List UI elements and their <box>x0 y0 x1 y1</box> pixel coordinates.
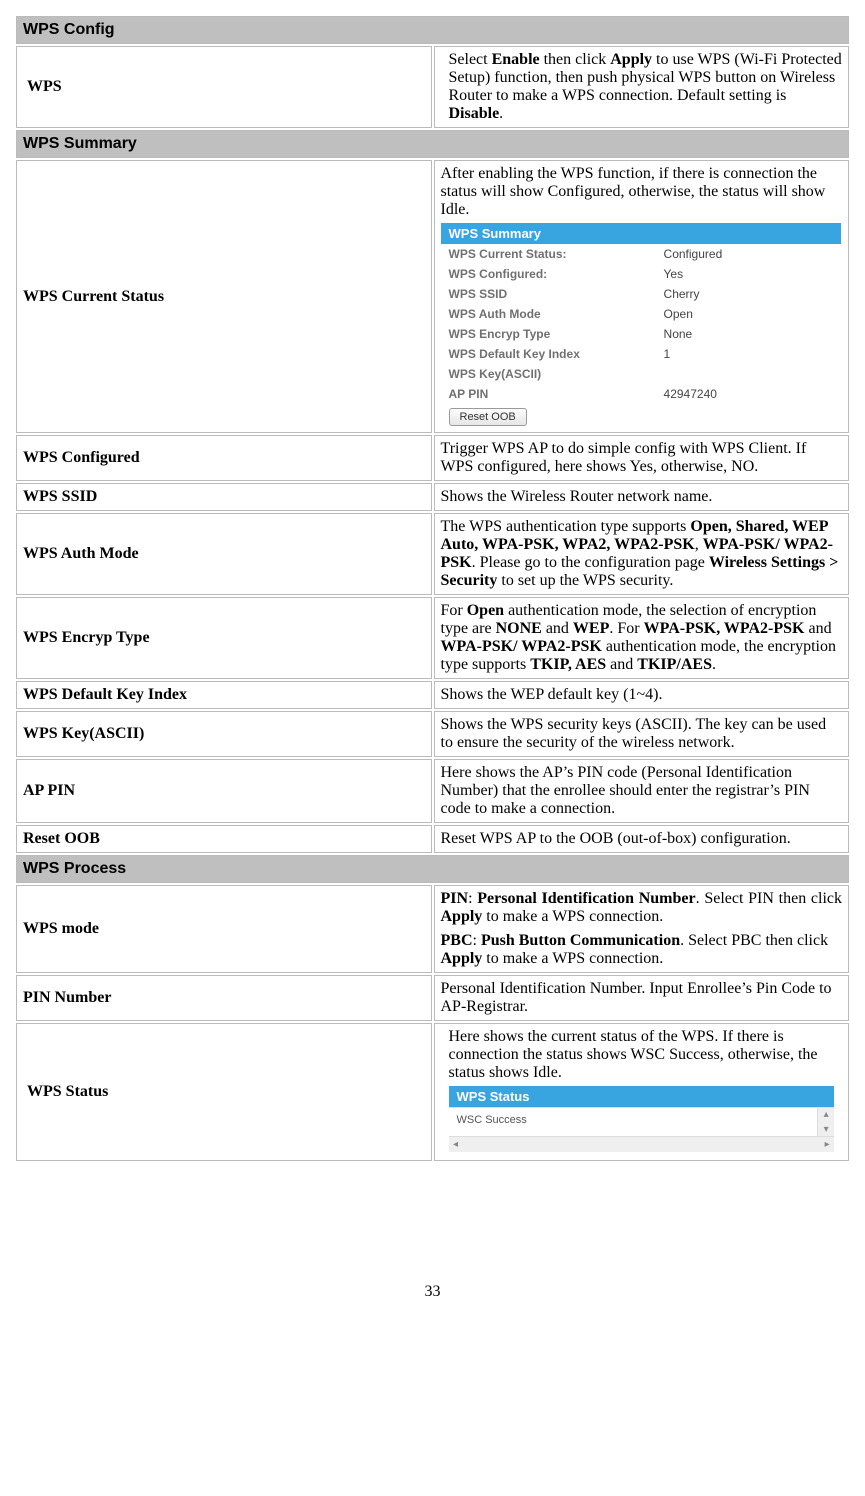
desc-status: Here shows the current status of the WPS… <box>434 1023 850 1161</box>
row-current-status: WPS Current Status After enabling the WP… <box>16 160 849 433</box>
row-resetoob: Reset OOB Reset WPS AP to the OOB (out-o… <box>16 825 849 853</box>
section-wps-summary: WPS Summary <box>16 130 849 158</box>
label-auth: WPS Auth Mode <box>16 513 432 595</box>
row-configured: WPS Configured Trigger WPS AP to do simp… <box>16 435 849 481</box>
row-status: WPS Status Here shows the current status… <box>16 1023 849 1161</box>
label-appin: AP PIN <box>16 759 432 823</box>
scroll-up-icon: ▴ <box>824 1108 829 1121</box>
label-current-status: WPS Current Status <box>16 160 432 433</box>
row-appin: AP PIN Here shows the AP’s PIN code (Per… <box>16 759 849 823</box>
desc-keyidx: Shows the WEP default key (1~4). <box>434 681 850 709</box>
label-wps: WPS <box>16 46 432 128</box>
page-number: 33 <box>14 1283 851 1301</box>
summary-row: WPS Default Key Index1 <box>441 344 841 364</box>
label-keyidx: WPS Default Key Index <box>16 681 432 709</box>
summary-row: WPS Configured:Yes <box>441 264 841 284</box>
label-configured: WPS Configured <box>16 435 432 481</box>
row-keyidx: WPS Default Key Index Shows the WEP defa… <box>16 681 849 709</box>
vertical-scrollbar[interactable]: ▴ ▾ <box>817 1108 834 1136</box>
scroll-down-icon: ▾ <box>824 1123 829 1136</box>
desc-auth: The WPS authentication type supports Ope… <box>434 513 850 595</box>
desc-pin: Personal Identification Number. Input En… <box>434 975 850 1021</box>
scroll-left-icon: ◂ <box>449 1139 463 1150</box>
desc-encryp: For Open authentication mode, the select… <box>434 597 850 679</box>
summary-row: WPS Auth ModeOpen <box>441 304 841 324</box>
label-mode: WPS mode <box>16 885 432 973</box>
desc-mode: PIN: Personal Identification Number. Sel… <box>434 885 850 973</box>
section-header-text: WPS Summary <box>16 130 849 158</box>
row-pin: PIN Number Personal Identification Numbe… <box>16 975 849 1021</box>
wps-status-value: WSC Success <box>449 1108 818 1136</box>
summary-row: WPS Encryp TypeNone <box>441 324 841 344</box>
label-ssid: WPS SSID <box>16 483 432 511</box>
desc-ssid: Shows the Wireless Router network name. <box>434 483 850 511</box>
summary-row: AP PIN42947240 <box>441 384 841 404</box>
summary-row: WPS Key(ASCII) <box>441 364 841 384</box>
row-wps: WPS Select Enable then click Apply to us… <box>16 46 849 128</box>
scroll-right-icon: ▸ <box>820 1139 834 1150</box>
desc-configured: Trigger WPS AP to do simple config with … <box>434 435 850 481</box>
summary-row: WPS SSIDCherry <box>441 284 841 304</box>
row-mode: WPS mode PIN: Personal Identification Nu… <box>16 885 849 973</box>
horizontal-scrollbar[interactable]: ◂ ▸ <box>449 1136 835 1152</box>
row-encryp: WPS Encryp Type For Open authentication … <box>16 597 849 679</box>
label-status: WPS Status <box>16 1023 432 1161</box>
desc-wps: Select Enable then click Apply to use WP… <box>434 46 850 128</box>
summary-row: WPS Current Status:Configured <box>441 244 841 264</box>
label-resetoob: Reset OOB <box>16 825 432 853</box>
desc-resetoob: Reset WPS AP to the OOB (out-of-box) con… <box>434 825 850 853</box>
desc-keyascii: Shows the WPS security keys (ASCII). The… <box>434 711 850 757</box>
wps-status-panel: WPS Status WSC Success ▴ ▾ ◂ ▸ <box>449 1086 835 1152</box>
desc-appin: Here shows the AP’s PIN code (Personal I… <box>434 759 850 823</box>
row-keyascii: WPS Key(ASCII) Shows the WPS security ke… <box>16 711 849 757</box>
desc-current-status: After enabling the WPS function, if ther… <box>434 160 850 433</box>
content-table: WPS Config WPS Select Enable then click … <box>14 14 851 1163</box>
label-pin: PIN Number <box>16 975 432 1021</box>
wps-summary-panel-header: WPS Summary <box>441 223 841 244</box>
reset-oob-button[interactable]: Reset OOB <box>449 408 527 426</box>
row-auth: WPS Auth Mode The WPS authentication typ… <box>16 513 849 595</box>
label-encryp: WPS Encryp Type <box>16 597 432 679</box>
wps-summary-panel: WPS Summary WPS Current Status:Configure… <box>441 223 841 428</box>
row-ssid: WPS SSID Shows the Wireless Router netwo… <box>16 483 849 511</box>
wps-status-panel-header: WPS Status <box>449 1086 835 1107</box>
section-header-text: WPS Config <box>16 16 849 44</box>
label-keyascii: WPS Key(ASCII) <box>16 711 432 757</box>
section-header-text: WPS Process <box>16 855 849 883</box>
section-wps-process: WPS Process <box>16 855 849 883</box>
section-wps-config: WPS Config <box>16 16 849 44</box>
